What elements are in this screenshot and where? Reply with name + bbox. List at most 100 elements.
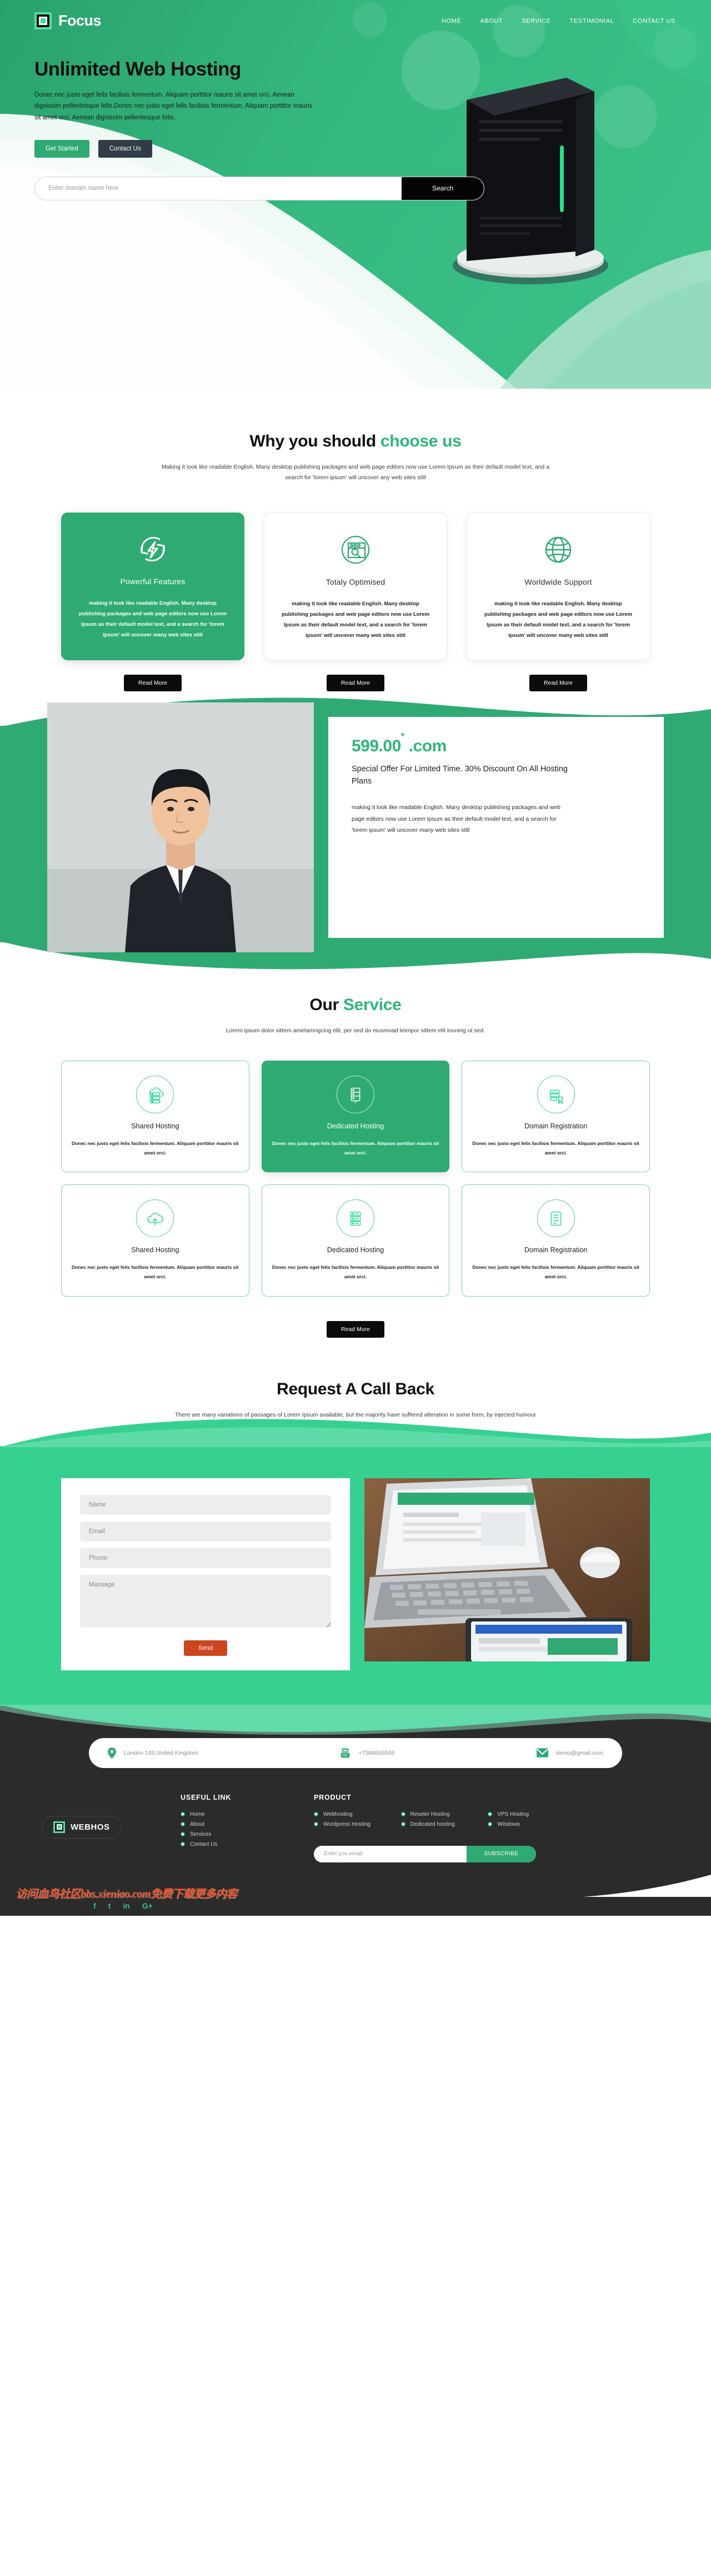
service-read-more-button[interactable]: Read More [327, 1320, 384, 1338]
landing-page: Focus HOME ABOUT SERVICE TESTIMONIAL CON… [0, 0, 711, 1916]
subscribe-button[interactable]: SUBSCRIBE [467, 1845, 536, 1862]
list-item: Webhosting [314, 1811, 401, 1817]
footer-corner-curve [583, 1874, 711, 1897]
list-item: Wordpress Hosting [314, 1821, 401, 1827]
offer-headline: Special Offer For Limited Time. 30% Disc… [352, 764, 568, 786]
offer-price-tld: .com [408, 736, 447, 755]
product-link-reseler-hosting[interactable]: Reseler Hosting [410, 1811, 450, 1817]
service-heading: Our Service Lorem ipsum dolor sittem ame… [0, 996, 711, 1036]
service-card-title: Dedicated Hosting [327, 1122, 384, 1131]
location-pin-icon [108, 1747, 116, 1759]
nav-item-about[interactable]: ABOUT [480, 18, 503, 24]
newsletter-email-input[interactable] [314, 1845, 467, 1862]
server-lock-icon [336, 1076, 374, 1114]
why-card-title: Totaly Optimised [326, 577, 385, 586]
google-plus-icon[interactable]: G+ [142, 1901, 153, 1910]
why-card-title: Powerful Features [120, 576, 186, 586]
nav-links: HOME ABOUT SERVICE TESTIMONIAL CONTACT U… [442, 18, 679, 24]
service-card-shared-hosting-1[interactable]: Shared Hosting Donec nec justo eget feli… [61, 1061, 249, 1173]
phone-input[interactable] [80, 1548, 331, 1568]
footer-logo-column: WEBHOS [42, 1790, 158, 1862]
product-link-wordpress-hosting[interactable]: Wordpress Hosting [323, 1821, 370, 1827]
why-card-worldwide-support[interactable]: Worldwide Support making it look like re… [467, 512, 650, 660]
why-heading: Why you should choose us Making it look … [0, 432, 711, 484]
name-input[interactable] [80, 1494, 331, 1515]
why-choose-us-section: Why you should choose us Making it look … [0, 389, 711, 691]
footer-brand-logo[interactable]: WEBHOS [42, 1815, 122, 1839]
message-textarea[interactable] [80, 1574, 331, 1628]
why-card-title: Worldwide Support [524, 577, 592, 586]
domain-cart-icon [537, 1076, 575, 1114]
bullet-dot-icon [181, 1832, 185, 1837]
service-card-dedicated-hosting-1[interactable]: Dedicated Hosting Donec nec justo eget f… [261, 1061, 450, 1173]
logo-square-icon [34, 12, 52, 29]
why-card-powerful-features[interactable]: Powerful Features making it look like re… [61, 512, 244, 660]
bullet-dot-icon [400, 1812, 405, 1817]
hero-copy: Unlimited Web Hosting Donec nec justo eg… [28, 29, 339, 158]
nav-item-contact-us[interactable]: CONTACT US [633, 18, 676, 24]
hero-subtitle: Donec nec justo eget felis facilisis fer… [34, 92, 313, 121]
service-card-text: Donec nec justo eget felis facilisis fer… [472, 1141, 639, 1156]
offer-green-band: 599.00* .com Special Offer For Limited T… [0, 697, 711, 970]
nav-item-testimonial[interactable]: TESTIMONIAL [570, 18, 614, 24]
brand-logo[interactable]: Focus [34, 12, 102, 29]
linkedin-icon[interactable]: in [123, 1901, 129, 1910]
footer-link-services[interactable]: Services [190, 1831, 211, 1837]
send-button[interactable]: Send [184, 1640, 227, 1656]
why-title-plain: Why you should [249, 432, 380, 450]
footer-bottom: 访问血鸟社区bbs.xieniao.com免费下载更多内容 f t in G+ [0, 1874, 711, 1916]
list-item: Reseler Hosting [400, 1811, 488, 1817]
nav-item-service[interactable]: SERVICE [522, 18, 550, 24]
domain-search-input[interactable] [35, 177, 402, 200]
facebook-icon[interactable]: f [93, 1901, 96, 1910]
why-card-totaly-optimised[interactable]: Totaly Optimised making it look like rea… [264, 512, 447, 660]
domain-search-box: Search [34, 176, 484, 200]
bullet-dot-icon [314, 1812, 318, 1817]
footer-link-about[interactable]: About [190, 1821, 204, 1827]
service-card-shared-hosting-2[interactable]: Shared Hosting Donec nec justo eget feli… [61, 1184, 249, 1297]
social-links: f t in G+ [93, 1901, 153, 1910]
product-link-windows[interactable]: Windows [497, 1821, 520, 1827]
hero-section: Focus HOME ABOUT SERVICE TESTIMONIAL CON… [0, 0, 711, 389]
get-started-button[interactable]: Get Started [34, 139, 89, 158]
product-link-webhosting[interactable]: Webhosting [323, 1811, 353, 1817]
list-item: Dedicated hosting [400, 1821, 488, 1827]
contact-phone-label: +7586656566 [358, 1749, 394, 1756]
bullet-dot-icon [488, 1822, 493, 1827]
why-read-more-row: Read More Read More Read More [61, 674, 650, 691]
service-card-title: Domain Registration [524, 1122, 588, 1131]
footer-link-contact-us[interactable]: Contact Us [190, 1841, 217, 1847]
service-card-domain-registration-1[interactable]: Domain Registration Donec nec justo eget… [462, 1061, 650, 1173]
email-input[interactable] [80, 1521, 331, 1541]
logo-square-icon [53, 1821, 65, 1833]
callback-wave-bottom [0, 1704, 711, 1737]
server-rack-icon [336, 1199, 374, 1238]
contact-phone: +7586656566 [340, 1748, 394, 1759]
callback-green-area: Send [0, 1419, 711, 1735]
read-more-button-1[interactable]: Read More [124, 674, 182, 691]
service-card-dedicated-hosting-2[interactable]: Dedicated Hosting Donec nec justo eget f… [261, 1184, 450, 1297]
callback-wave-top [0, 1414, 711, 1447]
service-title: Our Service [0, 996, 711, 1015]
list-item: Windows [488, 1821, 575, 1827]
service-card-text: Donec nec justo eget felis facilisis fer… [272, 1264, 439, 1279]
bullet-dot-icon [181, 1842, 185, 1847]
service-card-domain-registration-2[interactable]: Domain Registration Donec nec justo eget… [462, 1184, 650, 1297]
domain-search-button[interactable]: Search [402, 177, 484, 200]
site-footer: London 145 United Kingdom +7586656566 de… [0, 1705, 711, 1916]
service-subtitle: Lorem ipsum dolor sittem ametamngcing el… [226, 1027, 485, 1034]
why-card-list: Powerful Features making it look like re… [61, 512, 650, 660]
hero-buttons: Get Started Contact Us [34, 139, 339, 158]
product-link-dedicated-hosting[interactable]: Dedicated hosting [410, 1821, 455, 1827]
offer-price-asterisk: * [400, 730, 405, 741]
contact-us-button[interactable]: Contact Us [98, 139, 152, 158]
request-callback-section: Request A Call Back There are many varia… [0, 1338, 711, 1735]
read-more-button-2[interactable]: Read More [327, 674, 384, 691]
envelope-icon [537, 1748, 549, 1758]
callback-band: Send [0, 1419, 711, 1735]
nav-item-home[interactable]: HOME [442, 18, 461, 24]
twitter-icon[interactable]: t [108, 1901, 111, 1910]
read-more-button-3[interactable]: Read More [529, 674, 587, 691]
footer-link-home[interactable]: Home [190, 1811, 205, 1817]
product-link-vps-hosting[interactable]: VPS Hosting [497, 1811, 529, 1817]
